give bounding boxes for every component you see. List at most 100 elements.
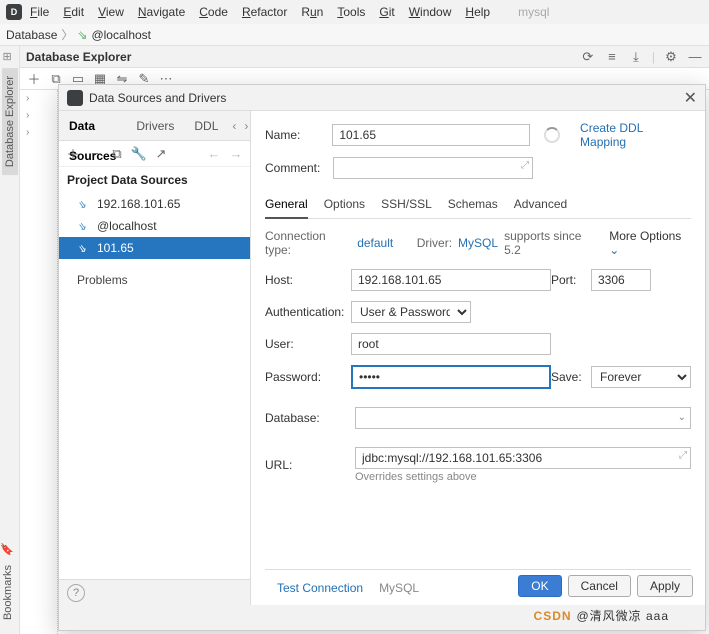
- add-icon[interactable]: ＋: [26, 71, 42, 87]
- project-name: mysql: [518, 5, 549, 19]
- host-label: Host:: [265, 273, 351, 287]
- database-input[interactable]: ⌄: [355, 407, 691, 429]
- database-explorer-icon[interactable]: ⊞: [3, 50, 17, 64]
- expand-icon[interactable]: ⤢: [521, 160, 529, 171]
- ds-item[interactable]: ⇘ 192.168.101.65: [59, 193, 250, 215]
- driver-value[interactable]: MySQL: [458, 236, 498, 250]
- tree-expand-icon[interactable]: ›: [20, 124, 57, 141]
- password-label: Password:: [265, 370, 351, 384]
- ok-button[interactable]: OK: [518, 575, 561, 597]
- ds-item-selected[interactable]: ⇘ 101.65: [59, 237, 250, 259]
- close-icon[interactable]: ✕: [684, 88, 697, 108]
- hide-icon[interactable]: —: [687, 49, 703, 65]
- url-input[interactable]: [355, 447, 691, 469]
- save-label: Save:: [551, 370, 591, 384]
- tab-data-sources[interactable]: Data Sources: [59, 111, 126, 141]
- forward-icon[interactable]: →: [228, 146, 244, 162]
- tab-database-explorer[interactable]: Database Explorer: [2, 68, 18, 175]
- conn-type-value[interactable]: default: [357, 236, 393, 250]
- bookmarks-icon[interactable]: 🔖: [0, 543, 14, 557]
- name-label: Name:: [265, 128, 322, 142]
- menu-navigate[interactable]: Navigate: [132, 3, 191, 21]
- driver-support: supports since 5.2: [504, 229, 597, 257]
- chevron-left-icon[interactable]: ‹: [228, 111, 240, 141]
- more-options-link[interactable]: More Options ⌄: [609, 229, 691, 257]
- filter-icon[interactable]: ≡: [604, 49, 620, 65]
- user-input[interactable]: [351, 333, 551, 355]
- ds-label: 101.65: [97, 241, 134, 255]
- comment-input[interactable]: [333, 157, 533, 179]
- ds-label: 192.168.101.65: [97, 197, 180, 211]
- breadcrumb-root[interactable]: Database: [6, 28, 57, 42]
- tree-expand-icon[interactable]: ›: [20, 107, 57, 124]
- back-icon[interactable]: ←: [206, 146, 222, 162]
- toolwindow-title: Database Explorer: [26, 50, 131, 64]
- menu-view[interactable]: View: [92, 3, 130, 21]
- menu-edit[interactable]: Edit: [57, 3, 90, 21]
- mysql-icon: ⇘: [77, 242, 91, 255]
- connection-type-line: Connection type: default Driver: MySQL s…: [265, 229, 691, 257]
- subtab-schemas[interactable]: Schemas: [448, 193, 498, 218]
- breadcrumb: Database 〉 ⇘ @localhost: [0, 24, 709, 46]
- port-label: Port:: [551, 273, 591, 287]
- chevron-down-icon[interactable]: ⌄: [678, 412, 686, 423]
- menu-run[interactable]: Run: [295, 3, 329, 21]
- password-input[interactable]: [351, 365, 551, 389]
- apply-button[interactable]: Apply: [637, 575, 693, 597]
- dialog-titlebar: Data Sources and Drivers ✕: [59, 85, 705, 111]
- dialog-left-panel: Data Sources Drivers DDL ‹ › ＋ − ⧉ 🔧 ↗ ←…: [59, 111, 251, 605]
- tree-expand-icon[interactable]: ›: [20, 90, 57, 107]
- subtabs: General Options SSH/SSL Schemas Advanced: [265, 193, 691, 219]
- expand-icon[interactable]: ⤢: [679, 450, 687, 461]
- save-select[interactable]: Forever: [591, 366, 691, 388]
- help-bar: ?: [59, 579, 250, 605]
- url-hint: Overrides settings above: [355, 471, 691, 483]
- dialog-title: Data Sources and Drivers: [89, 91, 678, 105]
- menu-git[interactable]: Git: [373, 3, 400, 21]
- left-toolbar: ＋ − ⧉ 🔧 ↗ ← →: [59, 141, 250, 167]
- breadcrumb-node[interactable]: @localhost: [91, 28, 151, 42]
- menubar: D File Edit View Navigate Code Refactor …: [0, 0, 709, 24]
- mysql-icon: ⇘: [77, 198, 91, 211]
- subtab-general[interactable]: General: [265, 193, 308, 219]
- tab-bookmarks[interactable]: Bookmarks: [0, 557, 16, 628]
- wrench-icon[interactable]: 🔧: [131, 146, 147, 162]
- menu-tools[interactable]: Tools: [331, 3, 371, 21]
- export-icon[interactable]: ↗: [153, 146, 169, 162]
- subtab-ssh[interactable]: SSH/SSL: [381, 193, 432, 218]
- collapse-icon[interactable]: ⤓: [628, 49, 644, 65]
- port-input[interactable]: [591, 269, 651, 291]
- problems-item[interactable]: Problems: [59, 267, 250, 293]
- host-input[interactable]: [351, 269, 551, 291]
- gear-icon[interactable]: ⚙: [663, 49, 679, 65]
- subtab-advanced[interactable]: Advanced: [514, 193, 567, 218]
- test-connection-link[interactable]: Test Connection: [277, 581, 363, 595]
- cancel-button[interactable]: Cancel: [568, 575, 631, 597]
- chevron-right-icon: 〉: [61, 26, 73, 43]
- copy-icon[interactable]: ⧉: [109, 146, 125, 162]
- datasource-icon: ⇘: [77, 28, 87, 42]
- menu-help[interactable]: Help: [459, 3, 496, 21]
- conn-type-label: Connection type:: [265, 229, 351, 257]
- name-input[interactable]: [332, 124, 530, 146]
- mysql-icon: ⇘: [77, 220, 91, 233]
- auth-select[interactable]: User & Password: [351, 301, 471, 323]
- refresh-icon[interactable]: ⟳: [580, 49, 596, 65]
- auth-label: Authentication:: [265, 305, 351, 319]
- help-icon[interactable]: ?: [67, 584, 85, 602]
- tab-drivers[interactable]: Drivers: [126, 111, 184, 141]
- subtab-options[interactable]: Options: [324, 193, 365, 218]
- create-ddl-link[interactable]: Create DDL Mapping: [580, 121, 691, 149]
- toolwindow-header: Database Explorer ⟳ ≡ ⤓ | ⚙ —: [20, 46, 709, 68]
- menu-window[interactable]: Window: [403, 3, 458, 21]
- user-label: User:: [265, 337, 351, 351]
- menu-code[interactable]: Code: [193, 3, 234, 21]
- menu-file[interactable]: File: [24, 3, 55, 21]
- tab-ddl[interactable]: DDL: [184, 111, 228, 141]
- menu-refactor[interactable]: Refactor: [236, 3, 293, 21]
- database-label: Database:: [265, 411, 345, 425]
- add-icon[interactable]: ＋: [65, 146, 81, 162]
- remove-icon[interactable]: −: [87, 146, 103, 162]
- button-bar: OK Cancel Apply: [518, 575, 693, 597]
- ds-item[interactable]: ⇘ @localhost: [59, 215, 250, 237]
